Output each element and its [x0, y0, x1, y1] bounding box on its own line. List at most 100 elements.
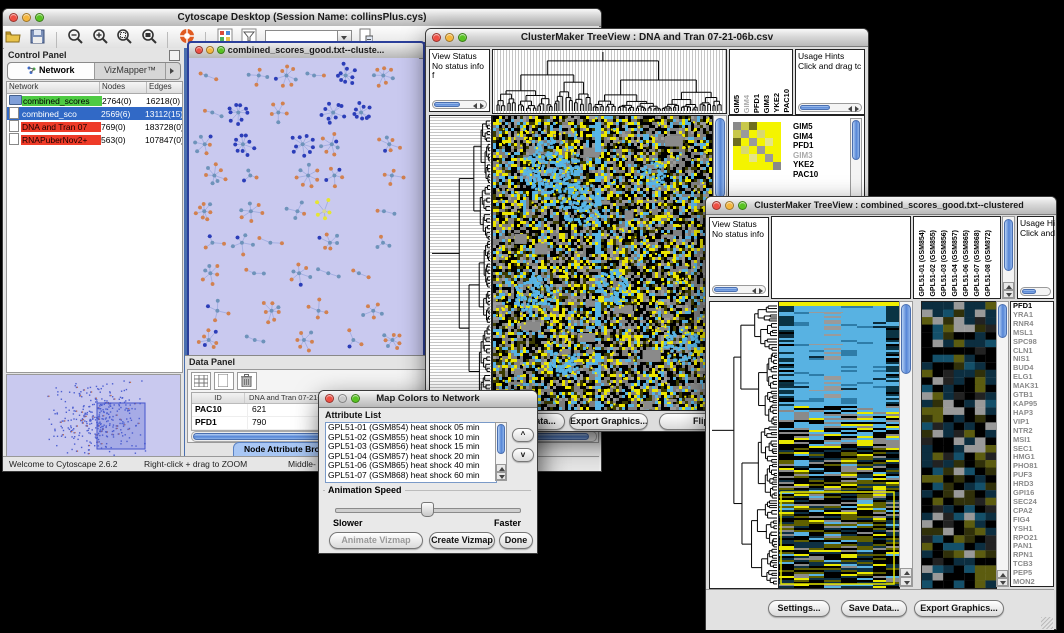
tv2-row-dendrogram[interactable] [709, 301, 779, 589]
tv2-zoom-vscrollbar[interactable] [996, 301, 1009, 587]
network-nodes-count: 563(0) [101, 135, 145, 145]
usage-hints-text: Click and [1020, 228, 1055, 238]
attribute-item[interactable]: GPL51-06 (GSM865) heat shock 40 min [326, 461, 496, 471]
tv2-column-label: GPL51-02 (GSM855) [928, 230, 939, 297]
birdseye-view[interactable] [6, 374, 181, 460]
tv1-row-dendrogram[interactable] [429, 115, 492, 411]
tv1-usage-hscrollbar[interactable] [798, 103, 862, 112]
settings-button[interactable]: Settings... [768, 600, 830, 617]
float-panel-icon[interactable] [169, 50, 180, 61]
tv2-status-hscrollbar[interactable] [712, 285, 766, 294]
treeview2-titlebar[interactable]: ClusterMaker TreeView : combined_scores_… [706, 197, 1056, 215]
animation-speed-label: Animation Speed [325, 485, 405, 495]
tv2-labels-vscrollbar[interactable] [1002, 216, 1015, 299]
export-graphics-button[interactable]: Export Graphics... [569, 413, 648, 430]
tv2-column-labels-panel[interactable]: GPL51-01 (GSM854)GPL51-02 (GSM855)GPL51-… [913, 216, 1001, 299]
tv1-zoom-matrix[interactable] [733, 122, 781, 170]
gene-label[interactable]: MON2 [1013, 578, 1053, 587]
treeview1-titlebar[interactable]: ClusterMaker TreeView : DNA and Tran 07-… [426, 29, 868, 47]
faster-label: Faster [494, 518, 521, 528]
network-table-header: Network Nodes Edges [7, 82, 182, 94]
tv1-row-label: GIM3 [793, 151, 818, 161]
attribute-item[interactable]: GPL51-04 (GSM857) heat shock 20 min [326, 452, 496, 462]
network-edges-count: 183728(0) [145, 122, 182, 132]
tv2-column-label: GPL51-07 (GSM868) [972, 230, 983, 297]
network-edges-count: 16218(0) [146, 96, 182, 106]
col-header-edges[interactable]: Edges [147, 82, 182, 93]
gene-id-cell: PAC10 [192, 404, 248, 416]
tv2-heatmap[interactable] [778, 301, 900, 589]
gene-id-cell: PFD1 [192, 417, 248, 429]
document-icon [9, 107, 21, 120]
zoom-selected-icon[interactable] [115, 28, 133, 45]
col-header-network[interactable]: Network [7, 82, 100, 93]
dialog-title: Map Colors to Network [343, 393, 513, 404]
network-list-row[interactable]: combined_scores2764(0)16218(0) [7, 94, 182, 107]
network-name: DNA and Tran 07 [21, 122, 101, 132]
delete-attribute-trash-icon[interactable] [237, 372, 257, 390]
export-graphics-button[interactable]: Export Graphics... [914, 600, 1004, 617]
tv1-status-hscrollbar[interactable] [432, 100, 487, 109]
network-list-row[interactable]: combined_sco2569(6)13112(15) [7, 107, 182, 120]
close-icon[interactable] [9, 13, 18, 22]
close-icon[interactable] [325, 394, 334, 403]
dialog-titlebar[interactable]: Map Colors to Network [319, 391, 537, 408]
done-button[interactable]: Done [499, 532, 533, 549]
tv1-view-status-panel: View StatusNo status info f [429, 49, 490, 112]
tv2-zoom-heatmap[interactable] [921, 301, 997, 589]
view-status-label: View Status [712, 219, 757, 229]
folder-icon [9, 95, 22, 107]
close-icon[interactable] [712, 201, 721, 210]
zoom-fit-icon[interactable] [140, 28, 158, 45]
control-panel: Control Panel Network VizMapper™ Network… [4, 48, 185, 456]
tab-overflow-button[interactable] [165, 63, 180, 79]
slider-thumb[interactable] [421, 502, 434, 517]
save-data-button[interactable]: Save Data... [841, 600, 907, 617]
attribute-list-vscrollbar[interactable] [495, 422, 507, 481]
network-view-canvas[interactable] [189, 58, 419, 360]
tv1-heatmap[interactable] [492, 115, 713, 411]
attribute-item[interactable]: GPL51-02 (GSM855) heat shock 10 min [326, 433, 496, 443]
tv2-column-tree-area[interactable] [771, 216, 911, 299]
attribute-list-label: Attribute List [325, 410, 381, 420]
tv2-column-label: GPL51-04 (GSM857) [950, 230, 961, 297]
tv2-gene-list[interactable]: PFD1YRA1RNR4MSL1SPC98CLN1NIS1BUD4ELG1MAK… [1010, 301, 1054, 587]
table-mode-icon[interactable] [191, 372, 211, 390]
usage-hints-label: Usage Hi [1020, 218, 1055, 228]
cytoscape-titlebar[interactable]: Cytoscape Desktop (Session Name: collins… [3, 9, 601, 27]
tv1-column-label: GIM4 [742, 95, 752, 113]
network-list-row[interactable]: RNAPuberNov2+563(0)107847(0) [7, 133, 182, 146]
dp-col-id[interactable]: ID [192, 393, 245, 403]
close-icon[interactable] [432, 33, 441, 42]
window-title: ClusterMaker TreeView : combined_scores_… [726, 200, 1052, 210]
move-up-button[interactable]: ^ [512, 428, 534, 442]
create-vizmap-button[interactable]: Create Vizmap [429, 532, 495, 549]
animate-vizmap-button[interactable]: Animate Vizmap [329, 532, 423, 549]
tv2-view-status-panel: View StatusNo status info [709, 217, 769, 297]
tv1-column-labels-panel[interactable]: GIM5GIM4PFD1GIM3YKE2PAC10 [729, 49, 793, 115]
attribute-list[interactable]: GPL51-01 (GSM854) heat shock 05 minGPL51… [325, 422, 497, 483]
network-edges-count: 107847(0) [145, 135, 182, 145]
tv2-usage-hscrollbar[interactable] [1020, 287, 1051, 296]
tv1-column-dendrogram[interactable] [492, 49, 727, 114]
tv1-column-label: PAC10 [782, 89, 792, 113]
tv2-column-label: GPL51-08 (GSM872) [983, 230, 994, 297]
tab-vizmapper[interactable]: VizMapper™ [95, 63, 165, 79]
move-down-button[interactable]: v [512, 448, 534, 462]
tab-network[interactable]: Network [8, 63, 95, 79]
zoom-out-icon[interactable] [66, 28, 84, 45]
new-attribute-icon[interactable] [214, 372, 234, 390]
attribute-item[interactable]: GPL51-03 (GSM856) heat shock 15 min [326, 442, 496, 452]
save-icon[interactable] [28, 29, 46, 46]
col-header-nodes[interactable]: Nodes [100, 82, 147, 93]
tv2-heatmap-vscrollbar[interactable] [899, 301, 913, 587]
attribute-item[interactable]: GPL51-01 (GSM854) heat shock 05 min [326, 423, 496, 433]
tv1-row-label: GIM5 [793, 122, 818, 132]
open-file-icon[interactable] [4, 29, 22, 46]
attribute-item[interactable]: GPL51-07 (GSM868) heat shock 60 min [326, 471, 496, 481]
resize-grip[interactable] [1041, 617, 1053, 629]
zoom-in-icon[interactable] [91, 28, 109, 45]
network-list-row[interactable]: DNA and Tran 07769(0)183728(0) [7, 120, 182, 133]
close-icon[interactable] [195, 46, 203, 54]
network-view-titlebar[interactable]: combined_scores_good.txt--cluste... [189, 43, 423, 59]
